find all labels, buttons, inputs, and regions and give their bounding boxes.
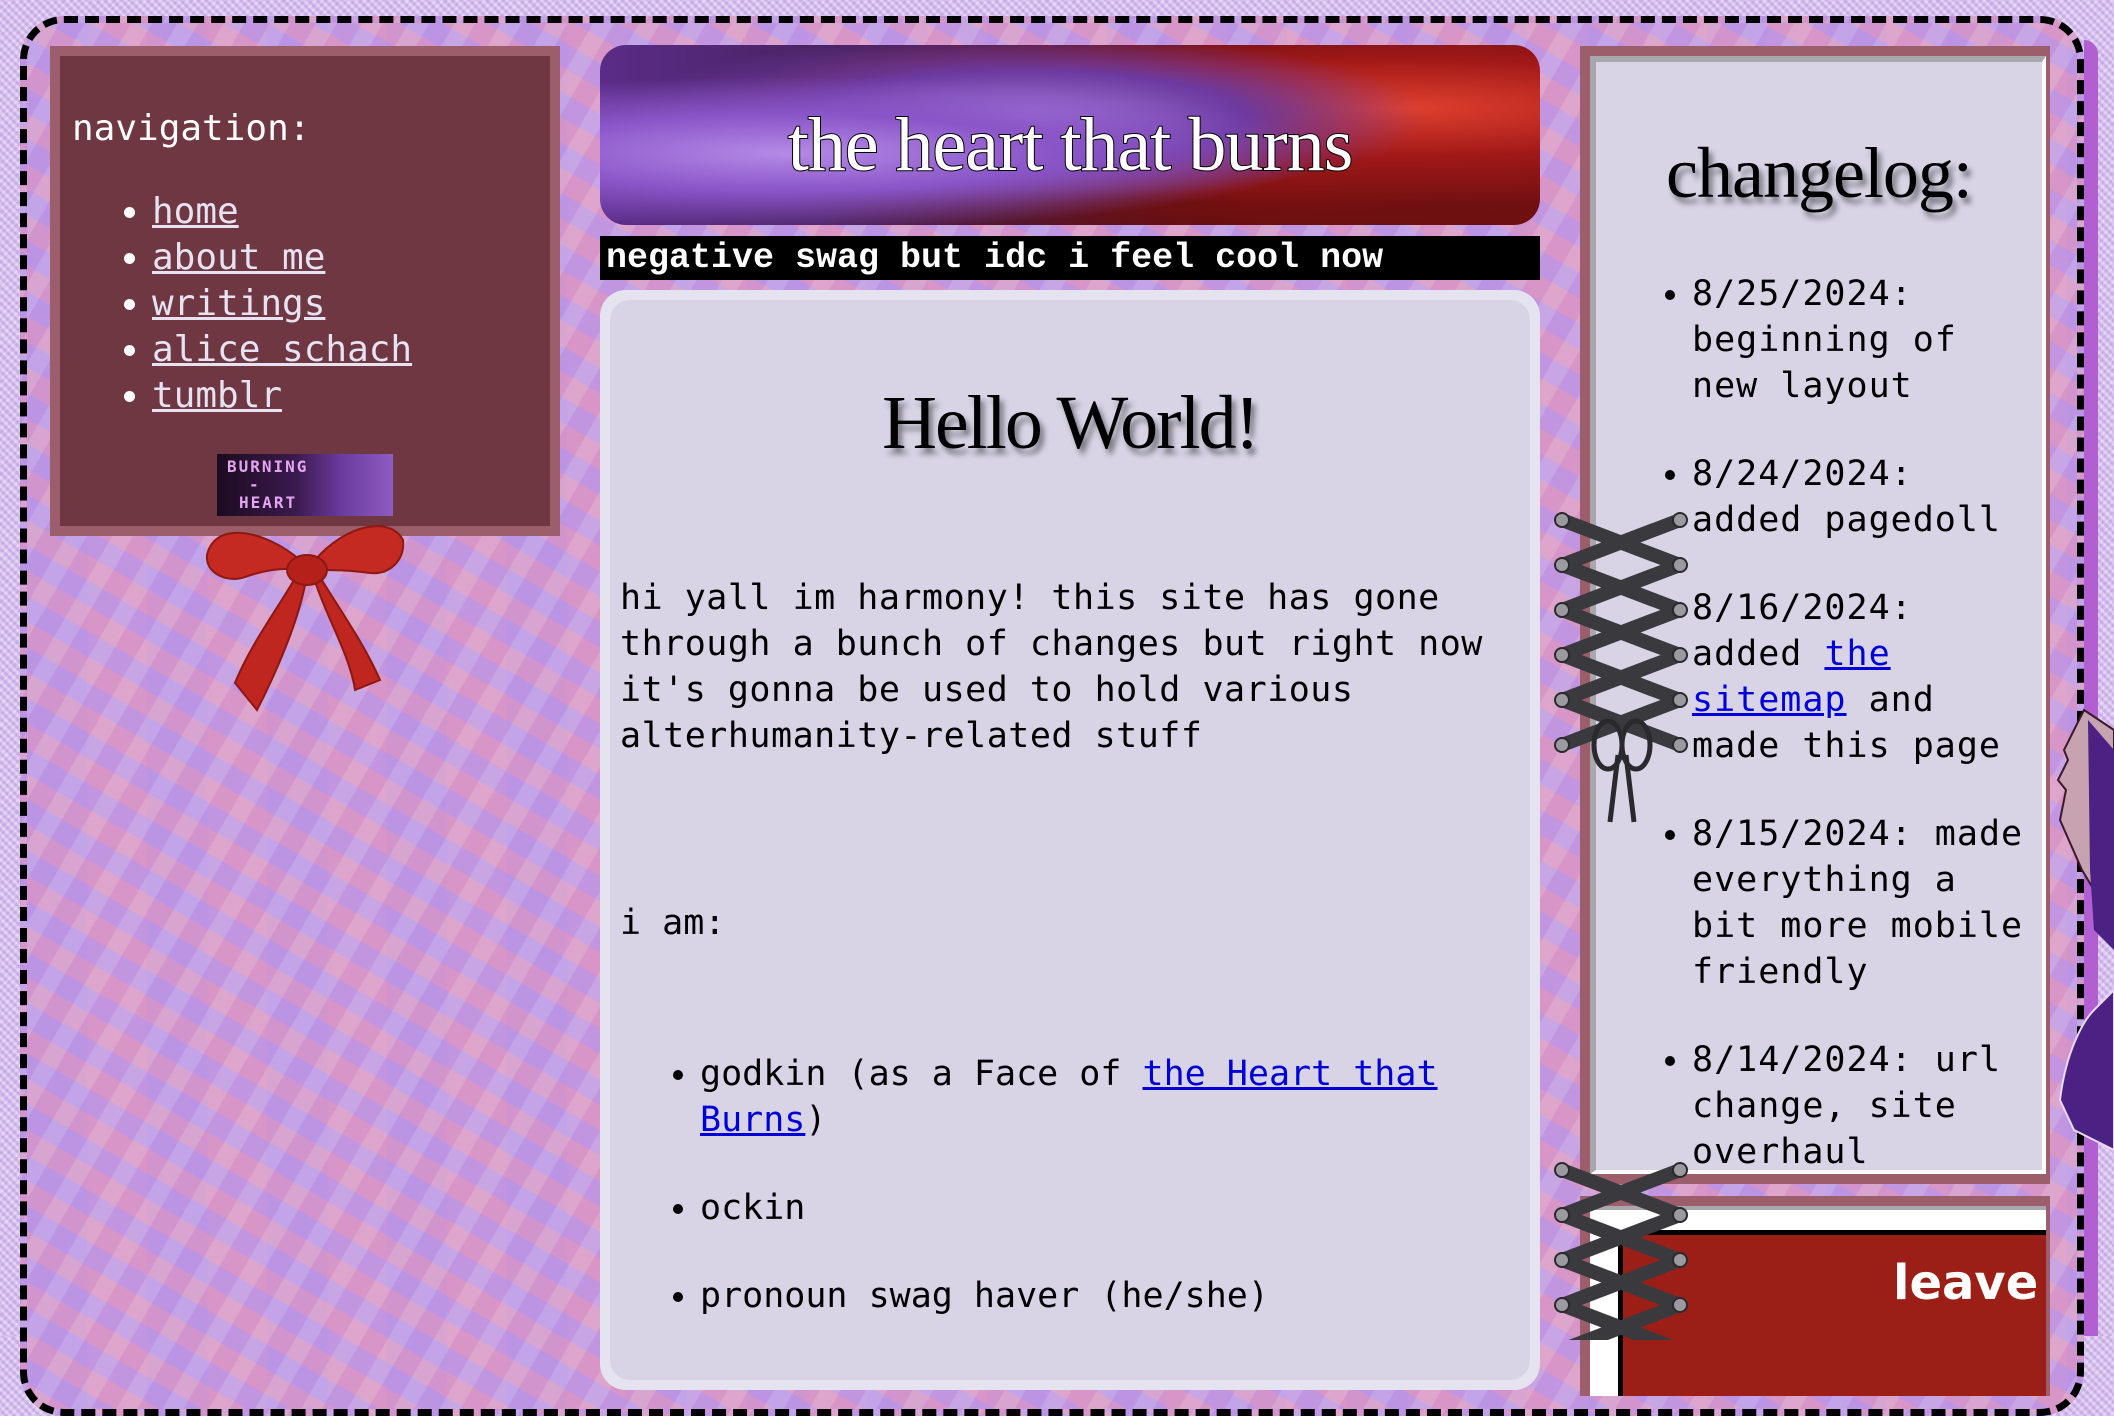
corset-lacing-icon bbox=[1554, 1162, 1688, 1340]
changelog-text: added pagedoll bbox=[1692, 500, 2002, 540]
intro-text: hi yall im harmony! this site has gone t… bbox=[620, 578, 1483, 756]
nav-item-about-me: about me bbox=[152, 235, 550, 281]
navigation-title: navigation: bbox=[72, 108, 311, 149]
changelog-text: beginning of new layout bbox=[1692, 320, 1957, 406]
navigation-panel: navigation: home about me writings alice… bbox=[50, 46, 560, 536]
pagedoll-body bbox=[2088, 720, 2114, 950]
nav-link-home[interactable]: home bbox=[152, 191, 239, 232]
nav-item-writings: writings bbox=[152, 281, 550, 327]
header-banner: the heart that burns bbox=[600, 45, 1540, 225]
burning-heart-button-line1: BURNING bbox=[227, 457, 309, 476]
nav-link-about-me[interactable]: about me bbox=[152, 237, 325, 278]
nav-link-alice-schach[interactable]: alice schach bbox=[152, 329, 412, 370]
identity-item-pronouns: pronoun swag haver (he/she) bbox=[700, 1273, 1520, 1319]
bow-right-loop bbox=[314, 525, 405, 575]
burning-heart-button-line3: HEART bbox=[239, 493, 298, 512]
red-bow-icon bbox=[205, 525, 405, 712]
identity-text: godkin (as a Face of bbox=[700, 1054, 1143, 1094]
bow-knot bbox=[286, 554, 328, 586]
identity-item-godkin: godkin (as a Face of the Heart that Burn… bbox=[700, 1051, 1520, 1143]
i-am-label: i am: bbox=[620, 903, 726, 943]
nav-item-alice-schach: alice schach bbox=[152, 327, 550, 373]
changelog-date: 8/15/2024: bbox=[1692, 814, 1913, 854]
pagedoll-cape bbox=[2058, 988, 2114, 1152]
nav-item-tumblr: tumblr bbox=[152, 373, 550, 419]
changelog-date: 8/24/2024: bbox=[1692, 454, 1913, 494]
changelog-entry: 8/14/2024: url change, site overhaul bbox=[1692, 1037, 2042, 1175]
burning-heart-button[interactable]: BURNING - HEART bbox=[217, 454, 393, 516]
changelog-entry: 8/24/2024: added pagedoll bbox=[1692, 451, 2042, 543]
leave-label: leave bbox=[1893, 1255, 2039, 1311]
nav-item-home: home bbox=[152, 189, 550, 235]
changelog-text: added bbox=[1692, 634, 1825, 674]
bow-left-loop bbox=[205, 531, 301, 580]
changelog-date: 8/16/2024: bbox=[1692, 588, 1913, 628]
changelog-date: 8/25/2024: bbox=[1692, 274, 1913, 314]
main-panel: Hello World! hi yall im harmony! this si… bbox=[600, 290, 1540, 1390]
nav-link-tumblr[interactable]: tumblr bbox=[152, 375, 282, 416]
identity-list: godkin (as a Face of the Heart that Burn… bbox=[620, 1051, 1520, 1319]
identity-item-ockin: ockin bbox=[700, 1185, 1520, 1231]
nav-link-writings[interactable]: writings bbox=[152, 283, 325, 324]
changelog-title: changelog: bbox=[1666, 133, 1973, 213]
bow-right-tail bbox=[311, 573, 382, 692]
changelog-entry: 8/25/2024: beginning of new layout bbox=[1692, 271, 2042, 409]
main-content: Hello World! hi yall im harmony! this si… bbox=[610, 300, 1530, 1380]
navigation-list: home about me writings alice schach tumb… bbox=[72, 189, 550, 419]
changelog-date: 8/14/2024: bbox=[1692, 1040, 1913, 1080]
corset-lacing-icon bbox=[1554, 512, 1688, 823]
navigation-inner: navigation: home about me writings alice… bbox=[60, 56, 550, 526]
tagline: negative swag but idc i feel cool now bbox=[600, 236, 1540, 280]
main-heading: Hello World! bbox=[882, 381, 1260, 465]
bow-left-tail bbox=[233, 573, 307, 712]
changelog-entry: 8/15/2024: made everything a bit more mo… bbox=[1692, 811, 2042, 995]
site-title: the heart that burns bbox=[787, 103, 1355, 187]
changelog-entry: 8/16/2024: added the sitemap and made th… bbox=[1692, 585, 2042, 769]
pagedoll-figure[interactable] bbox=[2054, 690, 2114, 1170]
identity-text: ) bbox=[805, 1100, 827, 1140]
burning-heart-button-line2: - bbox=[249, 475, 261, 494]
